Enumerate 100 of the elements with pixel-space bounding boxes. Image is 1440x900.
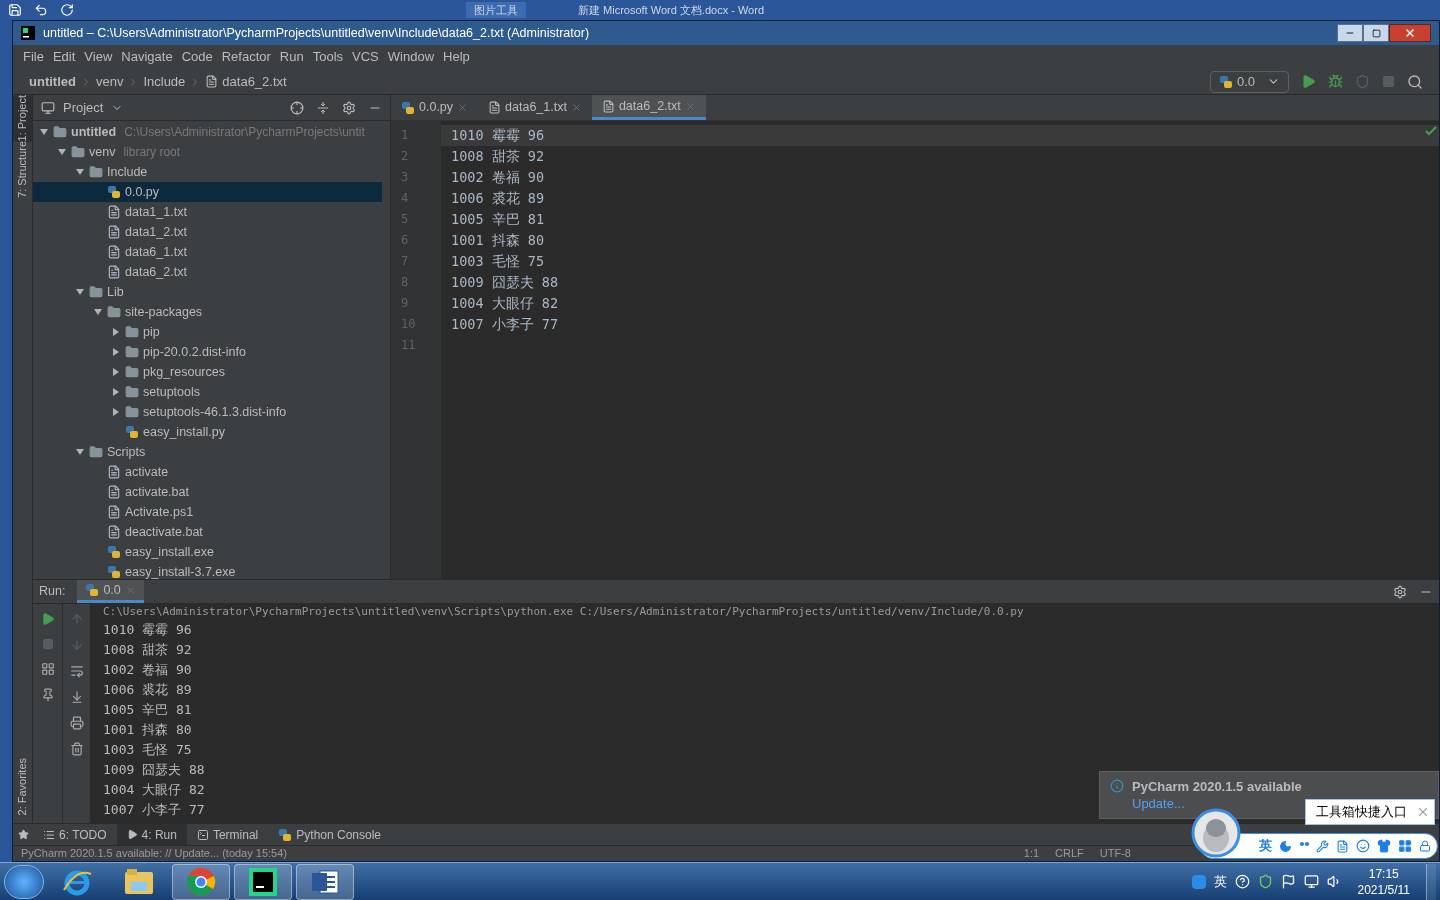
tool-window-tab[interactable]: 6: TODO xyxy=(33,824,117,845)
editor-tab[interactable]: 0.0.py xyxy=(391,95,479,120)
tree-item[interactable]: Activate.ps1 xyxy=(33,502,382,522)
tool-window-tab[interactable]: Python Console xyxy=(268,824,392,845)
close-button[interactable] xyxy=(1389,24,1431,42)
locate-icon[interactable] xyxy=(290,100,304,115)
print-icon[interactable] xyxy=(69,716,84,730)
debug-icon[interactable] xyxy=(1328,74,1343,89)
tree-item[interactable]: Scripts xyxy=(33,442,382,462)
moon-icon[interactable] xyxy=(1279,839,1292,853)
menu-item[interactable]: Navigate xyxy=(121,47,173,67)
tree-item[interactable]: 0.0.py xyxy=(33,182,382,202)
tree-item[interactable]: activate xyxy=(33,462,382,482)
menu-item[interactable]: Tools xyxy=(312,47,344,67)
help-icon[interactable] xyxy=(1234,874,1250,889)
panel-title[interactable]: Project xyxy=(63,97,104,118)
tree-item[interactable]: pip-20.0.2.dist-info xyxy=(33,342,382,362)
tree-item[interactable]: easy_install-3.7.exe xyxy=(33,562,382,579)
trash-icon[interactable] xyxy=(69,742,84,756)
taskbar-app[interactable] xyxy=(296,863,354,900)
menu-item[interactable]: VCS xyxy=(352,47,379,67)
save-icon[interactable] xyxy=(8,3,22,17)
menu-item[interactable]: Edit xyxy=(52,47,76,67)
tree-item[interactable]: venv library root xyxy=(33,142,382,162)
settings-icon[interactable] xyxy=(342,100,356,115)
tool-window-tab[interactable]: 4: Run xyxy=(116,824,187,845)
soft-wrap-icon[interactable] xyxy=(69,664,84,678)
menu-item[interactable]: Help xyxy=(443,47,470,67)
clipboard-icon[interactable] xyxy=(1336,839,1349,853)
collapse-all-icon[interactable] xyxy=(316,100,330,115)
show-desktop-button[interactable] xyxy=(1426,863,1436,900)
tree-item[interactable]: Include xyxy=(33,162,382,182)
shield-icon[interactable] xyxy=(1257,874,1273,889)
tool-window-tab[interactable]: 1: Project xyxy=(13,95,32,142)
tree-item[interactable]: data1_1.txt xyxy=(33,202,382,222)
minimize-button[interactable] xyxy=(1337,24,1363,42)
lock-icon[interactable] xyxy=(1419,840,1431,852)
settings-icon[interactable] xyxy=(1393,584,1407,599)
smiley-icon[interactable] xyxy=(1356,839,1370,853)
penguin-avatar[interactable] xyxy=(1191,808,1241,858)
start-button[interactable] xyxy=(4,864,44,899)
breadcrumb-item[interactable]: Include xyxy=(143,71,186,92)
line-separator[interactable]: CRLF xyxy=(1055,845,1084,862)
layout-icon[interactable] xyxy=(40,662,55,676)
tree-item[interactable]: data6_1.txt xyxy=(33,242,382,262)
expanded-arrow-icon[interactable] xyxy=(75,447,85,457)
status-message[interactable]: PyCharm 2020.1.5 available: // Update... (today 15:54) xyxy=(21,845,287,862)
editor-tab[interactable]: data6_1.txt xyxy=(478,95,592,120)
item-label: data1_2.txt xyxy=(125,223,187,241)
menu-item[interactable]: Code xyxy=(181,47,213,67)
tree-item[interactable]: untitled C:\Users\Administrator\PycharmProjects\untit xyxy=(33,122,382,142)
caret-position[interactable]: 1:1 xyxy=(1023,845,1040,862)
undo-icon[interactable] xyxy=(34,3,48,17)
rerun-icon[interactable] xyxy=(40,612,55,626)
menu-item[interactable]: Run xyxy=(279,47,304,67)
breadcrumb-item[interactable]: untitled xyxy=(29,71,76,92)
tree-item[interactable]: deactivate.bat xyxy=(33,522,382,542)
clock-time[interactable]: 17:15 xyxy=(1368,865,1399,882)
tool-window-tab[interactable]: 2: Favorites xyxy=(13,757,32,815)
wrench-icon[interactable] xyxy=(1316,839,1329,853)
run-icon[interactable] xyxy=(1301,74,1316,89)
favorites-star-icon[interactable] xyxy=(17,829,29,840)
tool-window-tab[interactable]: 7: Structure xyxy=(13,141,32,199)
menu-item[interactable]: File xyxy=(23,47,44,67)
menu-item[interactable]: Window xyxy=(387,47,435,67)
redo-icon[interactable] xyxy=(60,3,74,17)
close-icon[interactable] xyxy=(1416,805,1430,819)
tree-item[interactable]: pip xyxy=(33,322,382,342)
encoding[interactable]: UTF-8 xyxy=(1099,845,1131,862)
menu-item[interactable]: View xyxy=(84,47,113,67)
tree-item[interactable]: site-packages xyxy=(33,302,382,322)
tool-window-tab[interactable]: Terminal xyxy=(186,824,269,845)
tree-item[interactable]: data6_2.txt xyxy=(33,262,382,282)
update-link[interactable]: Update... xyxy=(1132,795,1302,812)
ribbon-tab[interactable]: 图片工具 xyxy=(466,1,526,19)
clock-date[interactable]: 2021/5/11 xyxy=(1357,881,1410,898)
scroll-to-end-icon[interactable] xyxy=(69,690,84,704)
breadcrumb-item[interactable]: venv xyxy=(95,71,124,92)
editor-tab[interactable]: data6_2.txt xyxy=(591,95,706,120)
run-config-dropdown[interactable]: 0.0 xyxy=(1209,70,1289,93)
tree-item[interactable]: data1_2.txt xyxy=(33,222,382,242)
tree-item[interactable]: pkg_resources xyxy=(33,362,382,382)
maximize-button[interactable] xyxy=(1363,24,1389,42)
tree-item[interactable]: setuptools-46.1.3.dist-info xyxy=(33,402,382,422)
shirt-icon[interactable] xyxy=(1377,839,1391,853)
tree-item[interactable]: Lib xyxy=(33,282,382,302)
pin-icon[interactable] xyxy=(40,688,55,702)
tree-item[interactable]: easy_install.py xyxy=(33,422,382,442)
flag-icon[interactable] xyxy=(1280,874,1296,889)
language-indicator[interactable]: 英 xyxy=(1213,871,1227,892)
search-icon[interactable] xyxy=(1407,73,1423,90)
taskbar-app[interactable] xyxy=(234,863,292,900)
grid-icon[interactable] xyxy=(1398,839,1412,853)
menu-item[interactable]: Refactor xyxy=(221,47,271,67)
tree-item[interactable]: activate.bat xyxy=(33,482,382,502)
breadcrumb-item[interactable]: data6_2.txt xyxy=(222,71,287,92)
tree-item[interactable]: easy_install.exe xyxy=(33,542,382,562)
input-mode-toggle[interactable]: 英 xyxy=(1259,836,1272,856)
tree-item[interactable]: setuptools xyxy=(33,382,382,402)
run-tab[interactable]: 0.0 xyxy=(77,580,144,603)
